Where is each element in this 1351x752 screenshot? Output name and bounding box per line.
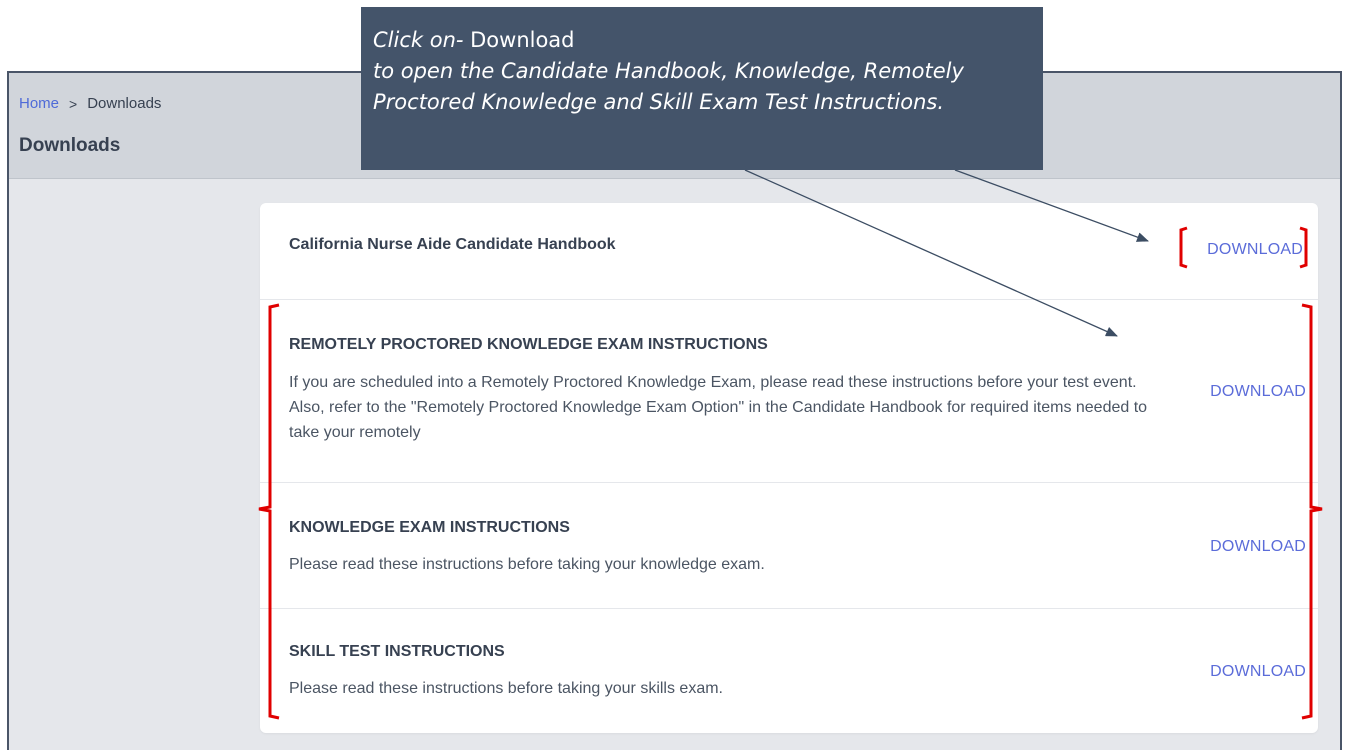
breadcrumb: Home > Downloads [19,95,161,112]
download-title: REMOTELY PROCTORED KNOWLEDGE EXAM INSTRU… [289,336,768,353]
download-row-remote-knowledge: REMOTELY PROCTORED KNOWLEDGE EXAM INSTRU… [260,299,1318,483]
breadcrumb-chevron-icon: > [69,95,78,112]
download-title: California Nurse Aide Candidate Handbook [289,236,616,253]
download-remote-knowledge-button[interactable]: DOWNLOAD [1210,383,1306,401]
download-row-skill: SKILL TEST INSTRUCTIONS Please read thes… [260,608,1318,733]
callout-lead: Click on- [373,28,471,52]
downloads-card: California Nurse Aide Candidate Handbook… [260,203,1318,733]
download-description: If you are scheduled into a Remotely Pro… [289,374,1148,441]
download-title: KNOWLEDGE EXAM INSTRUCTIONS [289,519,570,536]
download-row-handbook: California Nurse Aide Candidate Handbook… [260,203,1318,300]
page-title: Downloads [19,135,121,156]
download-skill-button[interactable]: DOWNLOAD [1210,663,1306,681]
breadcrumb-home-link[interactable]: Home [19,95,59,112]
callout-text: to open the Candidate Handbook, Knowledg… [373,59,964,114]
breadcrumb-current: Downloads [87,95,162,112]
download-row-knowledge: KNOWLEDGE EXAM INSTRUCTIONS Please read … [260,482,1318,609]
download-description: Please read these instructions before ta… [289,556,765,573]
browser-frame: Home > Downloads Downloads California Nu… [7,71,1342,750]
download-handbook-button[interactable]: DOWNLOAD [1207,241,1303,259]
download-description: Please read these instructions before ta… [289,680,723,697]
download-title: SKILL TEST INSTRUCTIONS [289,643,505,660]
instruction-callout: Click on- Download to open the Candidate… [361,7,1043,170]
callout-keyword: Download [470,28,575,52]
download-knowledge-button[interactable]: DOWNLOAD [1210,538,1306,556]
